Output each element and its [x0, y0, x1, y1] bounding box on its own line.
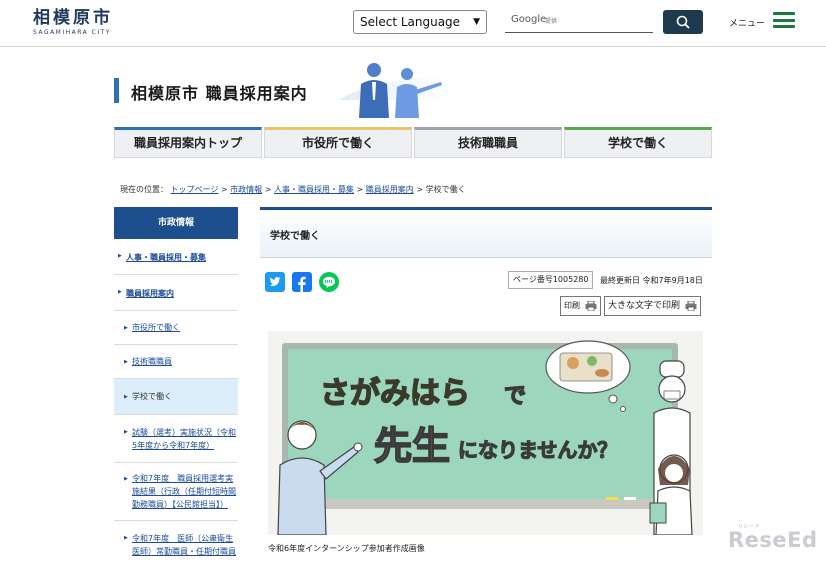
- banner-caption: 令和6年度インターンシップ参加者作成画像: [268, 544, 425, 553]
- menu-label[interactable]: メニュー: [729, 16, 765, 29]
- sidebar-item-recruitment[interactable]: 職員採用案内: [114, 275, 238, 311]
- global-nav: 職員採用案内トップ 市役所で働く 技術職職員 学校で働く: [114, 127, 712, 158]
- search-button[interactable]: [663, 10, 703, 34]
- tab-recruitment-top[interactable]: 職員採用案内トップ: [114, 127, 262, 158]
- breadcrumb-separator: >: [262, 185, 274, 194]
- banner-text-sensei: 先生: [374, 424, 450, 468]
- print-button[interactable]: 印刷: [560, 296, 601, 316]
- twitter-icon: [269, 277, 281, 287]
- sidebar-item-school[interactable]: 学校で働く: [114, 379, 238, 415]
- printer-icon: [685, 301, 697, 311]
- sidebar: 市政情報 人事・職員採用・募集 職員採用案内 市役所で働く 技術職職員 学校で働…: [114, 207, 238, 563]
- breadcrumb-link-city-info[interactable]: 市政情報: [230, 185, 262, 194]
- last-updated: 最終更新日 令和7年9月18日: [600, 276, 703, 285]
- twitter-share-button[interactable]: [265, 272, 285, 292]
- print-large-button-label: 大きな文字で印刷: [608, 301, 681, 311]
- page-number: ページ番号1005280: [508, 271, 594, 289]
- title-accent-bar: [114, 78, 119, 103]
- search-brand-sub: 提供: [545, 18, 558, 25]
- site-header: 相模原市 職員採用案内: [114, 60, 712, 118]
- banner-text-narimasenka: になりませんか？: [458, 438, 617, 462]
- tab-school[interactable]: 学校で働く: [564, 127, 712, 158]
- tab-city-office[interactable]: 市役所で働く: [264, 127, 412, 158]
- watermark-text: ReseEd: [728, 528, 818, 552]
- facebook-share-button[interactable]: [292, 272, 312, 292]
- sidebar-heading: 市政情報: [114, 207, 238, 239]
- breadcrumb-separator: >: [218, 185, 231, 194]
- line-share-button[interactable]: [319, 272, 339, 292]
- print-large-button[interactable]: 大きな文字で印刷: [604, 296, 702, 316]
- hamburger-menu-icon[interactable]: [773, 12, 795, 28]
- breadcrumb-link-top[interactable]: トップページ: [171, 185, 219, 194]
- sidebar-item-selection-result[interactable]: 令和7年度 職員採用選考実施結果（行政（任期付短時間勤務職員）【公民館担当】）: [114, 463, 238, 521]
- site-title[interactable]: 相模原市 職員採用案内: [131, 80, 308, 104]
- chevron-down-icon: ▼: [473, 17, 480, 27]
- sidebar-item-technical[interactable]: 技術職職員: [114, 345, 238, 379]
- breadcrumb-link-personnel[interactable]: 人事・職員採用・募集: [274, 185, 354, 194]
- printer-icon: [585, 301, 597, 311]
- language-select[interactable]: Select Language ▼: [353, 10, 487, 34]
- search-input[interactable]: Google 提供: [505, 10, 653, 33]
- breadcrumb-current: 学校で働く: [425, 185, 466, 194]
- search-brand: Google: [511, 14, 547, 25]
- logo-japanese: 相模原市: [33, 8, 113, 28]
- watermark-logo: リシード ReseEd: [728, 524, 818, 552]
- logo-english: SAGAMIHARA CITY: [33, 29, 111, 36]
- breadcrumb: 現在の位置： トップページ > 市政情報 > 人事・職員採用・募集 > 職員採用…: [120, 184, 466, 195]
- search-icon: [676, 15, 690, 29]
- breadcrumb-separator: >: [413, 185, 426, 194]
- business-people-illustration: [339, 63, 479, 118]
- city-logo[interactable]: 相模原市 SAGAMIHARA CITY: [33, 8, 113, 36]
- facebook-icon: [298, 276, 306, 292]
- page-title: 学校で働く: [260, 207, 712, 258]
- breadcrumb-link-recruitment[interactable]: 職員採用案内: [366, 185, 414, 194]
- watermark-sub: リシード: [738, 524, 761, 530]
- banner-text-de: で: [504, 384, 526, 409]
- sidebar-item-exam-status[interactable]: 試験（選考）実施状況（令和5年度から令和7年度）: [114, 415, 238, 463]
- banner-text-sagamihara: さがみはら: [320, 376, 470, 411]
- sidebar-item-city-office[interactable]: 市役所で働く: [114, 311, 238, 345]
- breadcrumb-separator: >: [353, 185, 366, 194]
- global-header: 相模原市 SAGAMIHARA CITY Select Language ▼ G…: [0, 0, 826, 47]
- breadcrumb-prefix: 現在の位置：: [120, 185, 168, 194]
- line-icon: [323, 276, 335, 288]
- language-select-value: Select Language: [360, 15, 461, 29]
- tab-technical-staff[interactable]: 技術職職員: [414, 127, 562, 158]
- sidebar-item-personnel[interactable]: 人事・職員採用・募集: [114, 239, 238, 275]
- main-content: 学校で働く ページ番号1005280 最終更新日 令和7年9月18日 印刷 大き…: [260, 207, 712, 553]
- print-button-label: 印刷: [564, 301, 580, 310]
- sidebar-item-physician[interactable]: 令和7年度 医師（公衆衛生医師）常勤職員・任期付職員: [114, 521, 238, 563]
- recruitment-banner-image: さがみはら で 先生 になりませんか？: [268, 331, 703, 535]
